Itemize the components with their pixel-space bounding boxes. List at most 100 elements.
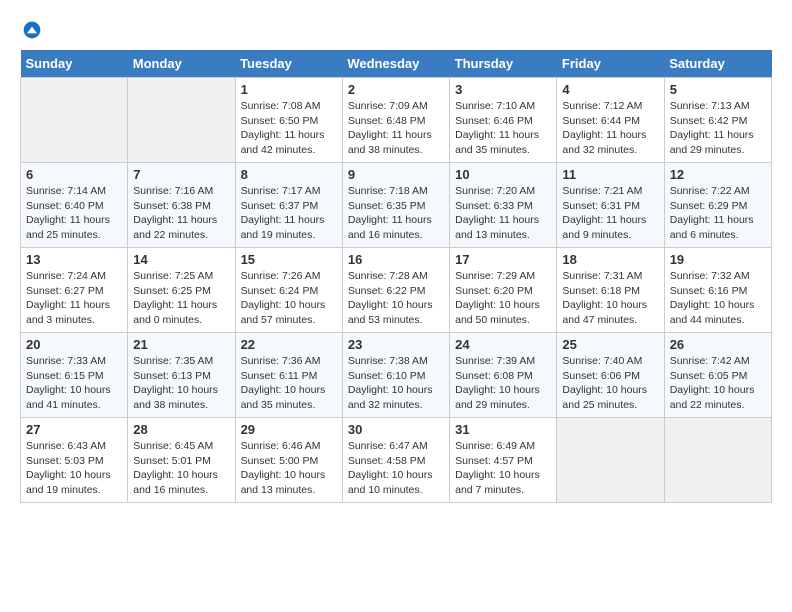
day-number: 4 — [562, 82, 658, 97]
calendar-cell: 19 Sunrise: 7:32 AMSunset: 6:16 PMDayligh… — [664, 248, 771, 333]
calendar-cell: 12 Sunrise: 7:22 AMSunset: 6:29 PMDayligh… — [664, 163, 771, 248]
day-info: Sunrise: 7:31 AMSunset: 6:18 PMDaylight:… — [562, 269, 658, 328]
day-info: Sunrise: 7:25 AMSunset: 6:25 PMDaylight:… — [133, 269, 229, 328]
day-info: Sunrise: 7:36 AMSunset: 6:11 PMDaylight:… — [241, 354, 337, 413]
calendar-cell: 30Sunrise: 6:47 AMSunset: 4:58 PMDayligh… — [342, 418, 449, 503]
calendar-cell: 31 Sunrise: 6:49 AMSunset: 4:57 PMDayligh… — [450, 418, 557, 503]
calendar-week-5: 27Sunrise: 6:43 AMSunset: 5:03 PMDayligh… — [21, 418, 772, 503]
day-number: 12 — [670, 167, 766, 182]
calendar-cell: 4 Sunrise: 7:12 AMSunset: 6:44 PMDaylight… — [557, 78, 664, 163]
calendar-cell — [128, 78, 235, 163]
day-number: 22 — [241, 337, 337, 352]
calendar-cell: 20 Sunrise: 7:33 AMSunset: 6:15 PMDayligh… — [21, 333, 128, 418]
day-number: 23 — [348, 337, 444, 352]
calendar-cell — [557, 418, 664, 503]
day-number: 2 — [348, 82, 444, 97]
calendar-cell — [664, 418, 771, 503]
calendar-week-1: 1 Sunrise: 7:08 AMSunset: 6:50 PMDaylight… — [21, 78, 772, 163]
day-info: Sunrise: 7:35 AMSunset: 6:13 PMDaylight:… — [133, 354, 229, 413]
day-info: Sunrise: 7:22 AMSunset: 6:29 PMDaylight:… — [670, 184, 766, 243]
day-info: Sunrise: 7:09 AMSunset: 6:48 PMDaylight:… — [348, 99, 444, 158]
day-number: 15 — [241, 252, 337, 267]
day-number: 5 — [670, 82, 766, 97]
calendar-cell: 24 Sunrise: 7:39 AMSunset: 6:08 PMDayligh… — [450, 333, 557, 418]
day-info: Sunrise: 7:32 AMSunset: 6:16 PMDaylight:… — [670, 269, 766, 328]
day-info: Sunrise: 7:26 AMSunset: 6:24 PMDaylight:… — [241, 269, 337, 328]
weekday-header-tuesday: Tuesday — [235, 50, 342, 78]
calendar-week-4: 20 Sunrise: 7:33 AMSunset: 6:15 PMDayligh… — [21, 333, 772, 418]
calendar-cell: 26 Sunrise: 7:42 AMSunset: 6:05 PMDayligh… — [664, 333, 771, 418]
day-info: Sunrise: 7:13 AMSunset: 6:42 PMDaylight:… — [670, 99, 766, 158]
calendar-cell: 11 Sunrise: 7:21 AMSunset: 6:31 PMDayligh… — [557, 163, 664, 248]
day-number: 9 — [348, 167, 444, 182]
calendar-cell: 13 Sunrise: 7:24 AMSunset: 6:27 PMDayligh… — [21, 248, 128, 333]
calendar-week-2: 6Sunrise: 7:14 AMSunset: 6:40 PMDaylight… — [21, 163, 772, 248]
calendar-cell: 2 Sunrise: 7:09 AMSunset: 6:48 PMDaylight… — [342, 78, 449, 163]
calendar-cell: 27Sunrise: 6:43 AMSunset: 5:03 PMDayligh… — [21, 418, 128, 503]
day-info: Sunrise: 7:24 AMSunset: 6:27 PMDaylight:… — [26, 269, 122, 328]
calendar-cell: 28 Sunrise: 6:45 AMSunset: 5:01 PMDayligh… — [128, 418, 235, 503]
day-number: 28 — [133, 422, 229, 437]
day-number: 20 — [26, 337, 122, 352]
calendar-cell: 7 Sunrise: 7:16 AMSunset: 6:38 PMDaylight… — [128, 163, 235, 248]
calendar-cell: 18 Sunrise: 7:31 AMSunset: 6:18 PMDayligh… — [557, 248, 664, 333]
day-number: 1 — [241, 82, 337, 97]
day-number: 16 — [348, 252, 444, 267]
day-info: Sunrise: 7:12 AMSunset: 6:44 PMDaylight:… — [562, 99, 658, 158]
calendar-cell: 5 Sunrise: 7:13 AMSunset: 6:42 PMDaylight… — [664, 78, 771, 163]
weekday-header-sunday: Sunday — [21, 50, 128, 78]
day-number: 24 — [455, 337, 551, 352]
day-number: 13 — [26, 252, 122, 267]
weekday-header-friday: Friday — [557, 50, 664, 78]
calendar-cell: 3 Sunrise: 7:10 AMSunset: 6:46 PMDaylight… — [450, 78, 557, 163]
day-number: 18 — [562, 252, 658, 267]
day-info: Sunrise: 6:49 AMSunset: 4:57 PMDaylight:… — [455, 439, 551, 498]
weekday-header-saturday: Saturday — [664, 50, 771, 78]
day-number: 21 — [133, 337, 229, 352]
day-number: 10 — [455, 167, 551, 182]
day-info: Sunrise: 7:17 AMSunset: 6:37 PMDaylight:… — [241, 184, 337, 243]
day-number: 19 — [670, 252, 766, 267]
day-info: Sunrise: 7:08 AMSunset: 6:50 PMDaylight:… — [241, 99, 337, 158]
day-number: 29 — [241, 422, 337, 437]
calendar-week-3: 13 Sunrise: 7:24 AMSunset: 6:27 PMDayligh… — [21, 248, 772, 333]
calendar-cell — [21, 78, 128, 163]
calendar-cell: 21 Sunrise: 7:35 AMSunset: 6:13 PMDayligh… — [128, 333, 235, 418]
calendar-cell: 29 Sunrise: 6:46 AMSunset: 5:00 PMDayligh… — [235, 418, 342, 503]
day-info: Sunrise: 7:33 AMSunset: 6:15 PMDaylight:… — [26, 354, 122, 413]
logo — [20, 20, 42, 40]
day-info: Sunrise: 6:43 AMSunset: 5:03 PMDaylight:… — [26, 439, 122, 498]
calendar-cell: 8 Sunrise: 7:17 AMSunset: 6:37 PMDaylight… — [235, 163, 342, 248]
logo-icon — [22, 20, 42, 40]
day-info: Sunrise: 6:46 AMSunset: 5:00 PMDaylight:… — [241, 439, 337, 498]
day-info: Sunrise: 7:40 AMSunset: 6:06 PMDaylight:… — [562, 354, 658, 413]
day-number: 7 — [133, 167, 229, 182]
day-info: Sunrise: 7:42 AMSunset: 6:05 PMDaylight:… — [670, 354, 766, 413]
calendar-cell: 22 Sunrise: 7:36 AMSunset: 6:11 PMDayligh… — [235, 333, 342, 418]
day-number: 26 — [670, 337, 766, 352]
page-header — [20, 20, 772, 40]
calendar-cell: 23 Sunrise: 7:38 AMSunset: 6:10 PMDayligh… — [342, 333, 449, 418]
day-info: Sunrise: 7:21 AMSunset: 6:31 PMDaylight:… — [562, 184, 658, 243]
day-number: 8 — [241, 167, 337, 182]
day-number: 17 — [455, 252, 551, 267]
calendar-cell: 17 Sunrise: 7:29 AMSunset: 6:20 PMDayligh… — [450, 248, 557, 333]
day-info: Sunrise: 7:20 AMSunset: 6:33 PMDaylight:… — [455, 184, 551, 243]
day-number: 14 — [133, 252, 229, 267]
day-info: Sunrise: 7:39 AMSunset: 6:08 PMDaylight:… — [455, 354, 551, 413]
day-info: Sunrise: 6:45 AMSunset: 5:01 PMDaylight:… — [133, 439, 229, 498]
weekday-header-thursday: Thursday — [450, 50, 557, 78]
day-number: 31 — [455, 422, 551, 437]
day-number: 3 — [455, 82, 551, 97]
calendar-table: SundayMondayTuesdayWednesdayThursdayFrid… — [20, 50, 772, 503]
calendar-header-row: SundayMondayTuesdayWednesdayThursdayFrid… — [21, 50, 772, 78]
day-info: Sunrise: 7:16 AMSunset: 6:38 PMDaylight:… — [133, 184, 229, 243]
day-number: 11 — [562, 167, 658, 182]
calendar-cell: 15 Sunrise: 7:26 AMSunset: 6:24 PMDayligh… — [235, 248, 342, 333]
day-info: Sunrise: 7:38 AMSunset: 6:10 PMDaylight:… — [348, 354, 444, 413]
day-info: Sunrise: 7:29 AMSunset: 6:20 PMDaylight:… — [455, 269, 551, 328]
day-info: Sunrise: 7:10 AMSunset: 6:46 PMDaylight:… — [455, 99, 551, 158]
day-info: Sunrise: 6:47 AMSunset: 4:58 PMDaylight:… — [348, 439, 444, 498]
calendar-cell: 6Sunrise: 7:14 AMSunset: 6:40 PMDaylight… — [21, 163, 128, 248]
weekday-header-wednesday: Wednesday — [342, 50, 449, 78]
